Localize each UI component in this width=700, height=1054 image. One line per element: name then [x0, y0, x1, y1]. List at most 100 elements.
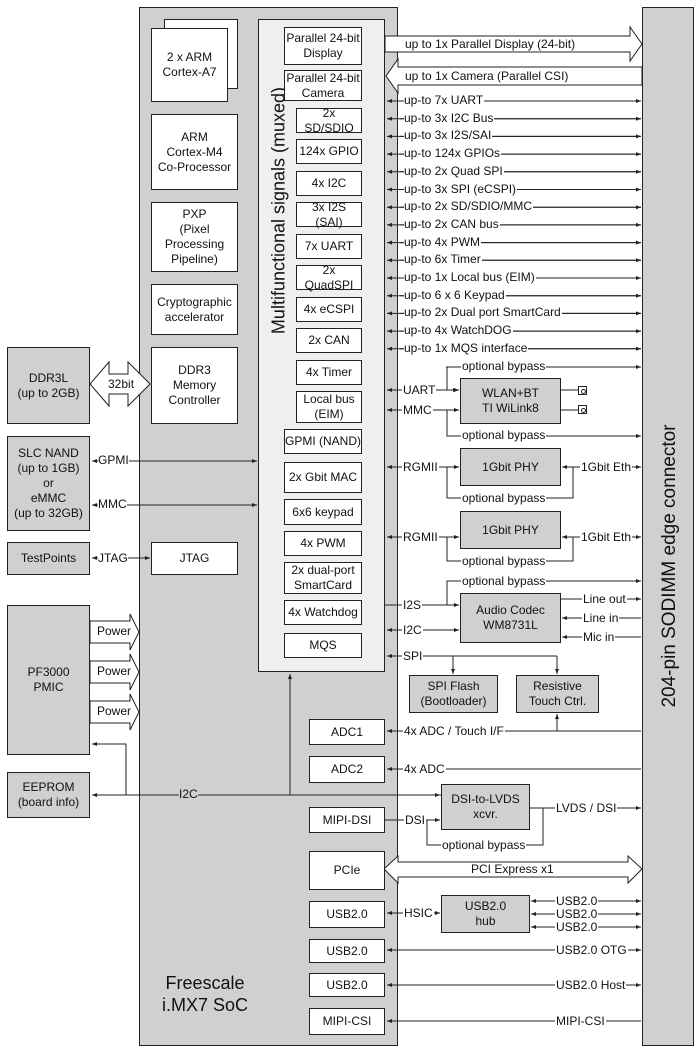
eth-label: 1Gbit Eth	[580, 460, 633, 474]
signal-label: up-to 2x CAN bus	[404, 216, 500, 231]
adc1-block: ADC1	[309, 719, 385, 745]
i2s-label: I2S	[402, 598, 423, 612]
crypto-block: Cryptographic accelerator	[151, 284, 238, 335]
pcie-label: PCI Express x1	[470, 862, 555, 876]
i2c-label: I2C	[179, 787, 198, 801]
mipi-csi-label: MIPI-CSI	[555, 1014, 606, 1028]
signal-label: up-to 6x Timer	[404, 252, 482, 267]
usb-label: USB2.0	[555, 920, 599, 934]
bypass-label: optional bypass	[441, 838, 527, 852]
line-in-label: Line in	[582, 611, 620, 625]
mux-function-block: 3x I2S (SAI)	[296, 200, 362, 229]
mux-function-block: 124x GPIO	[296, 139, 362, 164]
mux-function-block: GPMI (NAND)	[284, 429, 362, 454]
mux-function-block: 4x Watchdog	[284, 600, 362, 625]
mux-function-block: 4x I2C	[296, 171, 362, 196]
bypass-label: optional bypass	[461, 491, 547, 505]
gbit-phy-block: 1Gbit PHY	[460, 511, 561, 549]
jtag-block: JTAG	[151, 542, 238, 575]
mipi-dsi-block: MIPI-DSI	[309, 807, 385, 833]
pmic-block: PF3000 PMIC	[7, 605, 90, 755]
signal-label: up-to 3x I2C Bus	[404, 110, 495, 125]
signal-label: up-to 3x SPI (eCSPI)	[404, 181, 518, 196]
wire	[92, 742, 127, 795]
ddr3l-block: DDR3L (up to 2GB)	[7, 347, 90, 424]
gpmi-label: GPMI	[98, 453, 129, 467]
mmc-label: MMC	[98, 497, 127, 511]
mux-function-block: 4x PWM	[284, 531, 362, 556]
gbit-phy-block: 1Gbit PHY	[460, 448, 561, 486]
bypass-label: optional bypass	[461, 574, 547, 588]
mux-function-block: 2x QuadSPI	[296, 263, 362, 292]
line-out-label: Line out	[582, 592, 627, 606]
mipi-csi-block: MIPI-CSI	[309, 1008, 385, 1035]
signal-label: up-to 124x GPIOs	[404, 146, 502, 161]
bypass-label: optional bypass	[461, 554, 547, 568]
mux-function-block: 4x Timer	[296, 360, 362, 385]
cortex-a7-block: 2 x ARM Cortex-A7	[151, 28, 228, 102]
mux-function-block: Parallel 24-bit Camera	[284, 70, 362, 101]
jtag-label: JTAG	[98, 551, 128, 565]
camera-bus-label: up to 1x Camera (Parallel CSI)	[405, 69, 569, 83]
bypass-label: optional bypass	[461, 359, 547, 373]
eeprom-block: EEPROM (board info)	[7, 772, 90, 818]
mux-function-block: 2x Gbit MAC	[284, 462, 362, 493]
signal-label: up-to 2x Quad SPI	[404, 163, 504, 178]
adc-touch-label: 4x ADC / Touch I/F	[403, 724, 505, 738]
mux-function-block: Parallel 24-bit Display	[284, 27, 362, 65]
adc2-block: ADC2	[309, 756, 385, 783]
i2c-label: I2C	[402, 623, 423, 637]
signal-label: up-to 1x Local bus (EIM)	[404, 270, 536, 284]
dsi-lvds-block: DSI-to-LVDS xcvr.	[441, 784, 530, 830]
power-label: Power	[97, 704, 132, 718]
usb-block: USB2.0	[309, 939, 385, 963]
signal-label: up-to 2x Dual port SmartCard	[404, 305, 562, 320]
pxp-block: PXP (Pixel Processing Pipeline)	[151, 202, 238, 272]
mux-function-block: 4x eCSPI	[296, 297, 362, 322]
signal-label: up-to 1x MQS interface	[404, 340, 529, 355]
signal-label: up-to 3x I2S/SAI	[404, 128, 493, 143]
signal-label: up-to 7x UART	[404, 93, 485, 107]
ddr3-controller-block: DDR3 Memory Controller	[151, 347, 238, 424]
mux-function-block: Local bus (EIM)	[296, 391, 362, 423]
testpoints-block: TestPoints	[7, 542, 90, 575]
dsi-label: DSI	[404, 813, 427, 827]
cortex-m4-block: ARM Cortex-M4 Co-Processor	[151, 114, 238, 190]
spi-flash-block: SPI Flash (Bootloader)	[409, 675, 498, 713]
signal-label: up-to 4x PWM	[404, 234, 482, 249]
display-bus-label: up to 1x Parallel Display (24-bit)	[405, 37, 576, 51]
mic-in-label: Mic in	[582, 630, 616, 644]
nand-emmc-block: SLC NAND (up to 1GB) or eMMC (up to 32GB…	[7, 436, 90, 531]
uart-label: UART	[402, 383, 437, 397]
touch-ctrl-block: Resistive Touch Ctrl.	[516, 675, 599, 713]
adc-label: 4x ADC	[403, 762, 446, 776]
spi-label: SPI	[402, 649, 424, 663]
ddr-bus-label: 32bit	[108, 377, 135, 391]
hsic-label: HSIC	[403, 906, 434, 920]
power-label: Power	[97, 624, 132, 638]
mux-function-block: 2x SD/SDIO	[296, 106, 362, 135]
antenna-icon	[578, 386, 587, 395]
bypass-label: optional bypass	[461, 428, 547, 442]
mux-function-block: 2x CAN	[296, 328, 362, 353]
rgmii-label: RGMII	[402, 530, 439, 544]
signal-label: up-to 2x SD/SDIO/MMC	[404, 199, 534, 214]
power-label: Power	[97, 664, 132, 678]
usb-block: USB2.0	[309, 973, 385, 997]
rgmii-label: RGMII	[402, 460, 439, 474]
signal-label: up-to 6 x 6 Keypad	[404, 287, 506, 302]
mux-function-block: 7x UART	[296, 234, 362, 259]
mux-function-block: MQS	[284, 633, 362, 658]
wlan-bt-block: WLAN+BT TI WiLink8	[460, 378, 561, 424]
usb-hub-block: USB2.0 hub	[441, 895, 530, 933]
mux-function-block: 6x6 keypad	[284, 499, 362, 525]
audio-codec-block: Audio Codec WM8731L	[460, 593, 561, 643]
antenna-icon	[578, 405, 587, 414]
usb-otg-label: USB2.0 OTG	[555, 943, 628, 957]
mux-function-block: 2x dual-port SmartCard	[284, 562, 362, 594]
usb-host-label: USB2.0 Host	[555, 978, 627, 992]
pcie-block: PCIe	[309, 851, 385, 890]
lvds-dsi-label: LVDS / DSI	[555, 801, 618, 815]
signal-label: up-to 4x WatchDOG	[404, 323, 513, 338]
mmc-label: MMC	[402, 403, 433, 417]
